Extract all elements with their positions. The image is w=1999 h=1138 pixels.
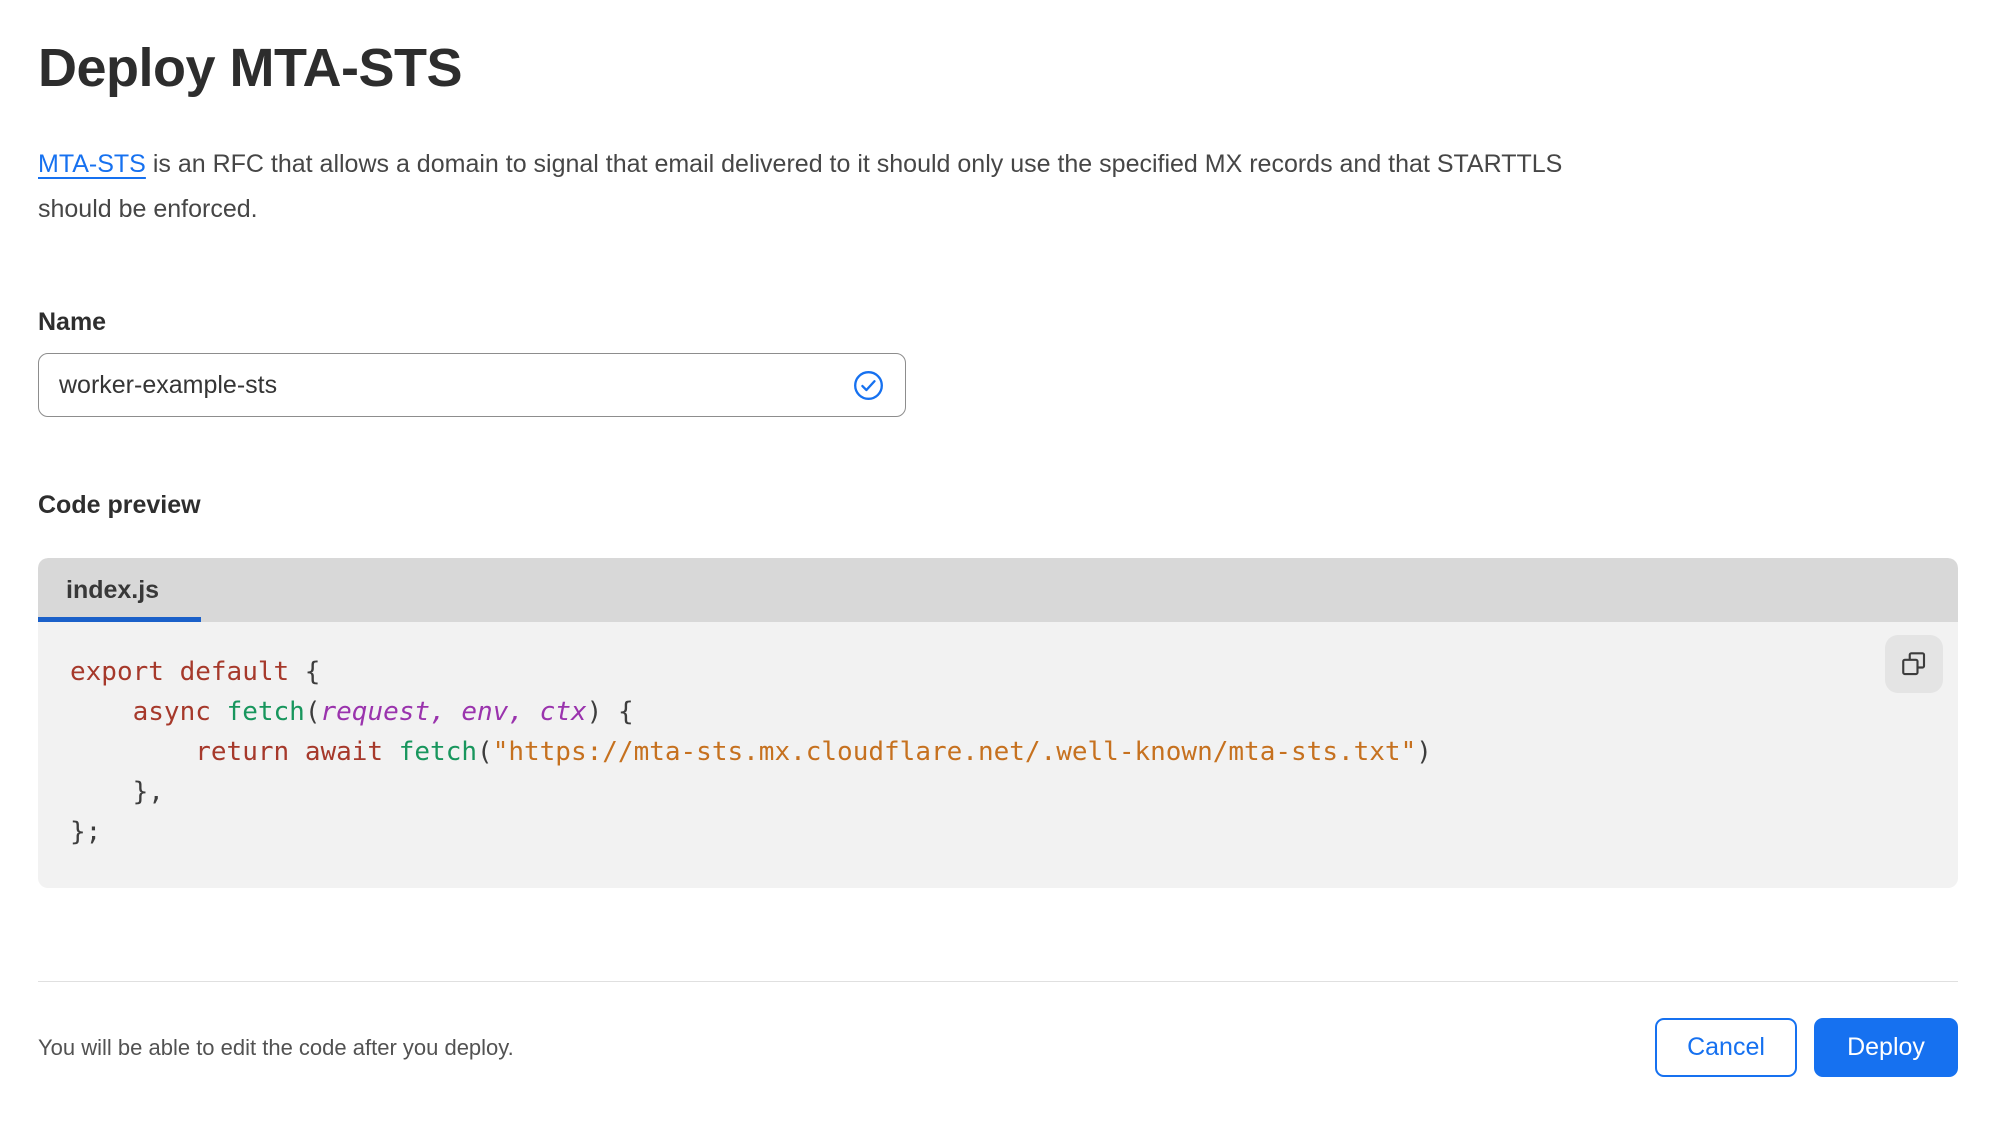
copy-code-button[interactable] xyxy=(1885,635,1943,693)
name-input[interactable] xyxy=(38,353,906,417)
copy-icon xyxy=(1902,652,1926,676)
page-title: Deploy MTA-STS xyxy=(38,38,463,98)
name-input-wrap xyxy=(38,353,906,417)
code-tabbar: index.js xyxy=(38,558,1958,622)
code-line: }, xyxy=(70,777,164,807)
description-line1: is an RFC that allows a domain to signal… xyxy=(145,150,1563,178)
description-text: MTA-STS is an RFC that allows a domain t… xyxy=(38,142,1958,232)
description-line2: should be enforced. xyxy=(38,195,258,223)
footer-buttons: Cancel Deploy xyxy=(1655,1018,1958,1077)
tab-index-js[interactable]: index.js xyxy=(38,558,201,622)
code-content: export default { async fetch(request, en… xyxy=(70,652,1868,852)
code-line: async fetch(request, env, ctx) { xyxy=(132,697,634,727)
code-line: return await fetch("https://mta-sts.mx.c… xyxy=(195,737,1432,767)
deploy-button[interactable]: Deploy xyxy=(1814,1018,1958,1077)
cancel-button[interactable]: Cancel xyxy=(1655,1018,1797,1077)
footer-note: You will be able to edit the code after … xyxy=(38,1034,514,1060)
code-line: export default { xyxy=(70,657,321,687)
name-label: Name xyxy=(38,308,107,336)
code-preview-label: Code preview xyxy=(38,491,201,519)
code-editor[interactable]: export default { async fetch(request, en… xyxy=(38,622,1958,888)
code-line: }; xyxy=(70,817,102,847)
footer-divider xyxy=(38,981,1958,982)
tab-label: index.js xyxy=(66,575,160,604)
code-preview-card: index.js export default { async fetch(re… xyxy=(38,558,1958,888)
footer: You will be able to edit the code after … xyxy=(38,990,1958,1077)
mta-sts-link[interactable]: MTA-STS xyxy=(38,150,146,178)
